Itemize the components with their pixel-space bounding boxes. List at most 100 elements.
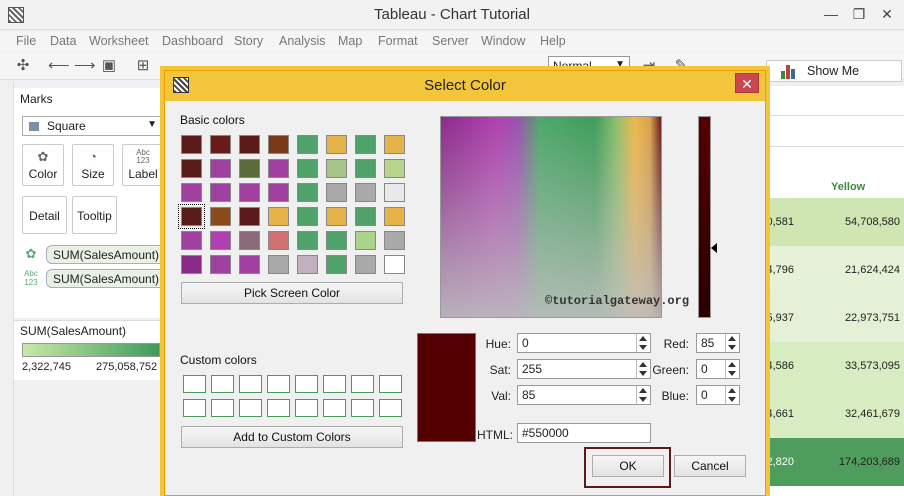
new-datasource-icon[interactable]: ⊞ bbox=[134, 57, 152, 75]
sat-spinbox[interactable]: 255 bbox=[517, 359, 651, 379]
size-button[interactable]: ◔ Size bbox=[72, 144, 114, 186]
save-icon[interactable]: ▣ bbox=[100, 57, 118, 75]
basic-color-swatch[interactable] bbox=[181, 255, 202, 274]
basic-color-swatch[interactable] bbox=[326, 159, 347, 178]
basic-color-swatch[interactable] bbox=[384, 183, 405, 202]
mark-type-select[interactable]: Square ▼ bbox=[22, 116, 162, 136]
basic-color-swatch[interactable] bbox=[239, 183, 260, 202]
spin-arrows-icon[interactable] bbox=[725, 386, 739, 404]
green-spinbox[interactable]: 0 bbox=[696, 359, 740, 379]
basic-color-swatch[interactable] bbox=[326, 135, 347, 154]
basic-color-swatch[interactable] bbox=[239, 135, 260, 154]
custom-color-slot[interactable] bbox=[183, 375, 206, 393]
basic-color-swatch[interactable] bbox=[297, 183, 318, 202]
pick-screen-color-button[interactable]: Pick Screen Color bbox=[181, 282, 403, 304]
menu-data[interactable]: Data bbox=[50, 34, 76, 48]
basic-color-swatch[interactable] bbox=[268, 183, 289, 202]
basic-color-swatch[interactable] bbox=[355, 231, 376, 250]
menu-dashboard[interactable]: Dashboard bbox=[162, 34, 223, 48]
basic-color-swatch[interactable] bbox=[268, 207, 289, 226]
custom-color-slot[interactable] bbox=[267, 399, 290, 417]
spin-arrows-icon[interactable] bbox=[636, 360, 650, 378]
basic-color-swatch[interactable] bbox=[326, 231, 347, 250]
basic-color-swatch[interactable] bbox=[384, 207, 405, 226]
basic-color-swatch[interactable] bbox=[355, 135, 376, 154]
basic-color-swatch[interactable] bbox=[384, 135, 405, 154]
custom-color-slot[interactable] bbox=[379, 375, 402, 393]
basic-color-swatch[interactable] bbox=[326, 207, 347, 226]
basic-color-swatch[interactable] bbox=[326, 255, 347, 274]
basic-color-swatch[interactable] bbox=[355, 183, 376, 202]
basic-color-swatch[interactable] bbox=[297, 135, 318, 154]
basic-color-swatch[interactable] bbox=[268, 255, 289, 274]
basic-color-swatch[interactable] bbox=[384, 159, 405, 178]
dialog-close-icon[interactable]: ✕ bbox=[735, 73, 759, 93]
custom-color-slot[interactable] bbox=[295, 375, 318, 393]
basic-color-swatch[interactable] bbox=[178, 204, 205, 229]
blue-spinbox[interactable]: 0 bbox=[696, 385, 740, 405]
basic-color-swatch[interactable] bbox=[210, 207, 231, 226]
spin-arrows-icon[interactable] bbox=[636, 386, 650, 404]
basic-color-swatch[interactable] bbox=[355, 207, 376, 226]
basic-color-swatch[interactable] bbox=[297, 207, 318, 226]
menu-file[interactable]: File bbox=[16, 34, 36, 48]
basic-color-swatch[interactable] bbox=[355, 255, 376, 274]
basic-color-swatch[interactable] bbox=[297, 159, 318, 178]
value-pointer-icon[interactable] bbox=[711, 243, 717, 253]
basic-color-swatch[interactable] bbox=[384, 255, 405, 274]
basic-color-swatch[interactable] bbox=[210, 135, 231, 154]
minimize-button[interactable]: — bbox=[818, 3, 844, 25]
custom-color-slot[interactable] bbox=[267, 375, 290, 393]
undo-icon[interactable]: ⟵ bbox=[48, 57, 70, 75]
menu-help[interactable]: Help bbox=[540, 34, 566, 48]
legend-gradient[interactable] bbox=[22, 343, 160, 357]
menu-window[interactable]: Window bbox=[481, 34, 525, 48]
show-me-button[interactable]: Show Me bbox=[766, 60, 902, 82]
basic-color-swatch[interactable] bbox=[239, 231, 260, 250]
basic-color-swatch[interactable] bbox=[355, 159, 376, 178]
custom-color-slot[interactable] bbox=[211, 399, 234, 417]
custom-color-slot[interactable] bbox=[379, 399, 402, 417]
basic-color-swatch[interactable] bbox=[326, 183, 347, 202]
label-field-pill[interactable]: SUM(SalesAmount) bbox=[46, 269, 166, 288]
red-spinbox[interactable]: 85 bbox=[696, 333, 740, 353]
cancel-button[interactable]: Cancel bbox=[674, 455, 746, 477]
html-hex-input[interactable]: #550000 bbox=[517, 423, 651, 443]
spin-arrows-icon[interactable] bbox=[725, 334, 739, 352]
basic-color-swatch[interactable] bbox=[210, 255, 231, 274]
basic-color-swatch[interactable] bbox=[268, 135, 289, 154]
basic-color-swatch[interactable] bbox=[239, 255, 260, 274]
spin-arrows-icon[interactable] bbox=[636, 334, 650, 352]
basic-color-swatch[interactable] bbox=[297, 231, 318, 250]
color-button[interactable]: ✿ Color bbox=[22, 144, 64, 186]
basic-color-swatch[interactable] bbox=[239, 207, 260, 226]
custom-color-slot[interactable] bbox=[323, 375, 346, 393]
tableau-logo-icon[interactable]: ✣ bbox=[14, 57, 32, 75]
detail-button[interactable]: Detail bbox=[22, 196, 67, 234]
val-spinbox[interactable]: 85 bbox=[517, 385, 651, 405]
ok-button[interactable]: OK bbox=[592, 455, 664, 477]
basic-color-swatch[interactable] bbox=[210, 183, 231, 202]
custom-color-slot[interactable] bbox=[183, 399, 206, 417]
add-custom-color-button[interactable]: Add to Custom Colors bbox=[181, 426, 403, 448]
custom-color-slot[interactable] bbox=[351, 399, 374, 417]
basic-color-swatch[interactable] bbox=[384, 231, 405, 250]
custom-color-slot[interactable] bbox=[211, 375, 234, 393]
custom-color-slot[interactable] bbox=[323, 399, 346, 417]
menu-story[interactable]: Story bbox=[234, 34, 263, 48]
basic-color-swatch[interactable] bbox=[297, 255, 318, 274]
spin-arrows-icon[interactable] bbox=[725, 360, 739, 378]
custom-color-slot[interactable] bbox=[239, 399, 262, 417]
basic-color-swatch[interactable] bbox=[181, 183, 202, 202]
maximize-button[interactable]: ❐ bbox=[846, 3, 872, 25]
custom-color-slot[interactable] bbox=[239, 375, 262, 393]
menu-format[interactable]: Format bbox=[378, 34, 418, 48]
hue-spinbox[interactable]: 0 bbox=[517, 333, 651, 353]
custom-color-slot[interactable] bbox=[295, 399, 318, 417]
menu-analysis[interactable]: Analysis bbox=[279, 34, 326, 48]
basic-color-swatch[interactable] bbox=[181, 135, 202, 154]
basic-color-swatch[interactable] bbox=[239, 159, 260, 178]
basic-color-swatch[interactable] bbox=[181, 231, 202, 250]
basic-color-swatch[interactable] bbox=[181, 159, 202, 178]
value-slider[interactable] bbox=[698, 116, 711, 318]
